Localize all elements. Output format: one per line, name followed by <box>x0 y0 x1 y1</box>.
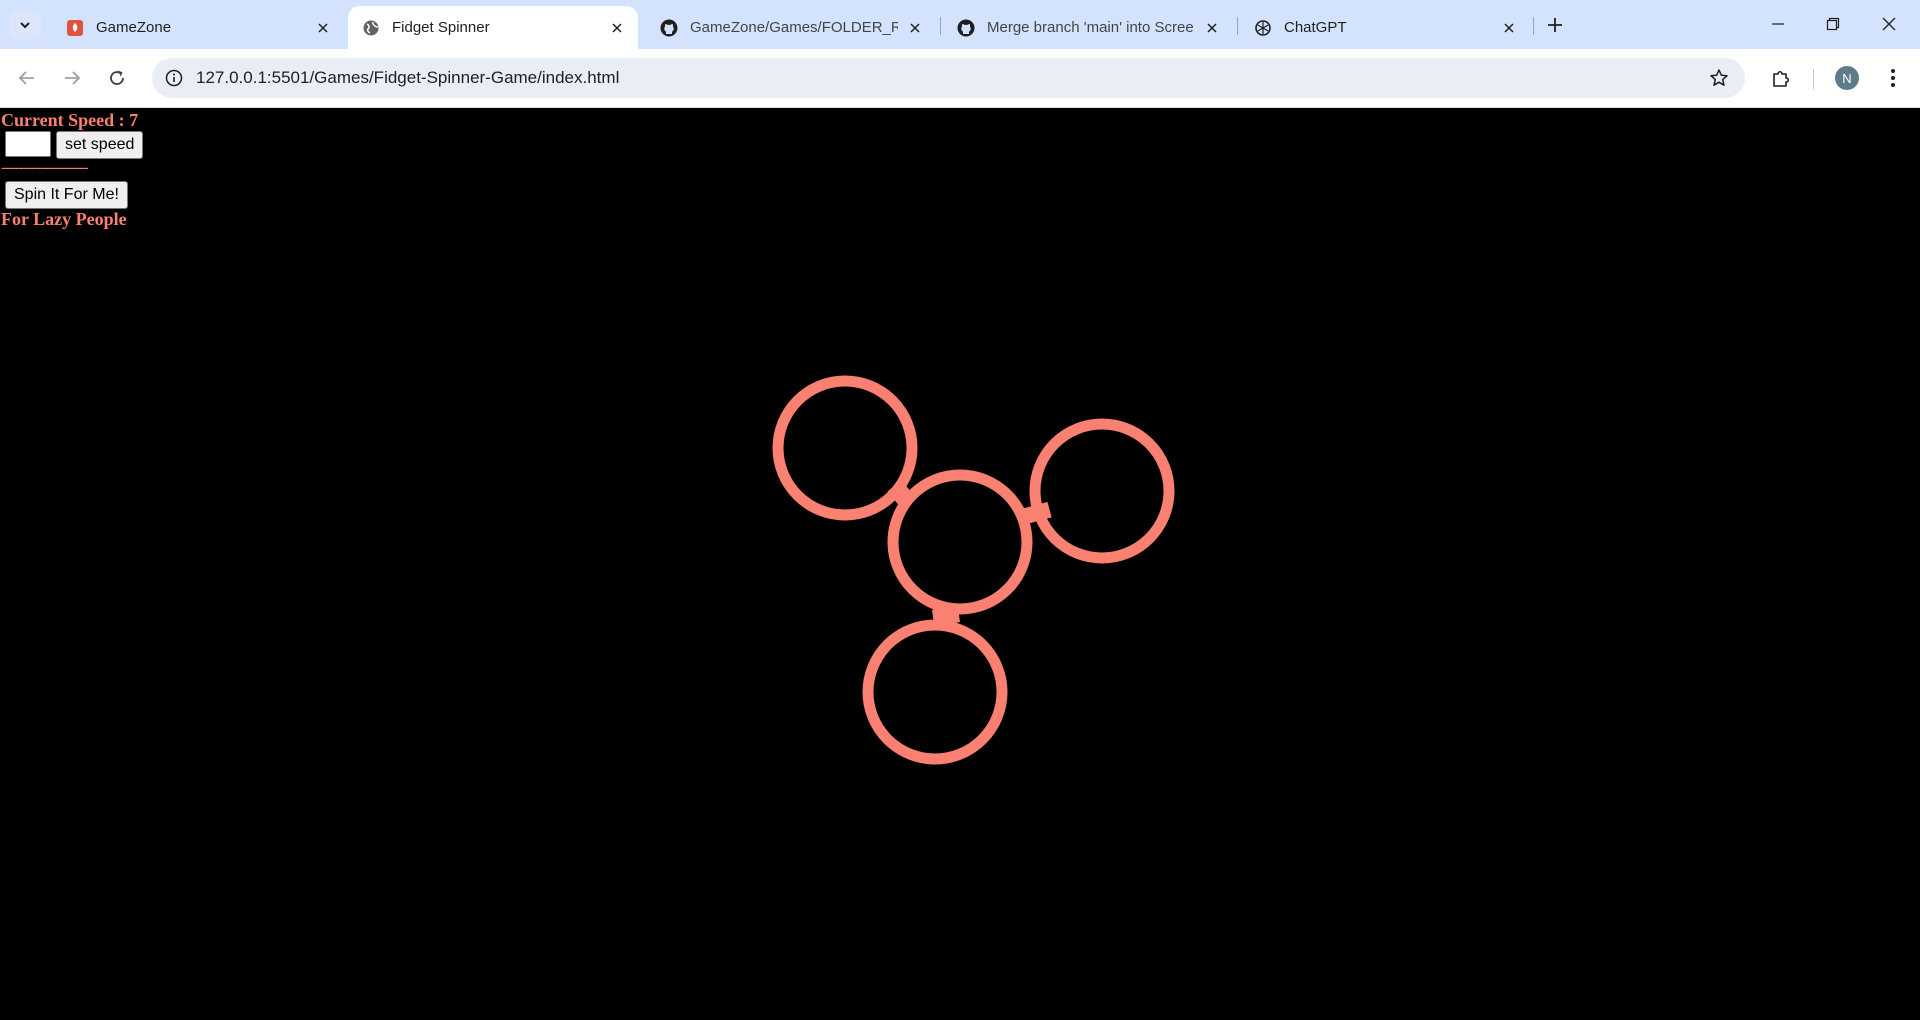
tab-title: Merge branch 'main' into Scree <box>987 19 1194 36</box>
tab-separator <box>1533 17 1534 35</box>
tab-title: GameZone/Games/FOLDER_RE <box>690 19 898 36</box>
close-icon[interactable] <box>312 17 334 39</box>
menu-button[interactable] <box>1876 61 1910 95</box>
browser-window: GameZone Fidget Spinner GameZone/Games/F… <box>0 0 1920 1020</box>
restore-button[interactable] <box>1810 8 1856 40</box>
minimize-icon <box>1772 23 1784 25</box>
tab-search-button[interactable] <box>9 11 41 39</box>
bookmark-star-icon[interactable] <box>1707 66 1731 90</box>
tab-title: GameZone <box>96 19 172 36</box>
url-text[interactable]: 127.0.0.1:5501/Games/Fidget-Spinner-Game… <box>196 68 619 88</box>
spinner-ring-bottom <box>862 619 1008 765</box>
arrow-right-icon <box>65 71 81 85</box>
forward-button[interactable] <box>55 61 89 95</box>
fidget-spinner[interactable] <box>0 109 1920 1020</box>
tab-title: ChatGPT <box>1284 19 1347 36</box>
tab-strip: GameZone Fidget Spinner GameZone/Games/F… <box>0 0 1920 49</box>
extensions-button[interactable] <box>1764 61 1798 95</box>
plus-icon <box>1548 18 1562 32</box>
tab-github-folder[interactable]: GameZone/Games/FOLDER_RE <box>646 6 936 49</box>
tab-github-merge[interactable]: Merge branch 'main' into Scree <box>943 6 1233 49</box>
browser-toolbar: 127.0.0.1:5501/Games/Fidget-Spinner-Game… <box>0 49 1920 108</box>
arrow-left-icon <box>18 71 34 85</box>
back-button[interactable] <box>10 61 44 95</box>
site-info-icon[interactable] <box>162 66 186 90</box>
close-icon[interactable] <box>904 17 926 39</box>
gamezone-favicon <box>66 19 84 37</box>
tab-separator <box>1237 17 1238 35</box>
kebab-menu-icon <box>1891 69 1895 87</box>
reload-button[interactable] <box>100 61 134 95</box>
tab-gamezone[interactable]: GameZone <box>52 6 344 49</box>
tab-chatgpt[interactable]: ChatGPT <box>1240 6 1530 49</box>
profile-button[interactable]: N <box>1830 61 1864 95</box>
close-icon[interactable] <box>1201 17 1223 39</box>
avatar: N <box>1835 66 1859 90</box>
chevron-down-icon <box>20 22 30 29</box>
spinner-center-ring <box>887 469 1033 615</box>
tab-title: Fidget Spinner <box>392 19 490 36</box>
github-icon <box>957 19 975 37</box>
tab-fidget-spinner[interactable]: Fidget Spinner <box>348 6 638 49</box>
new-tab-button[interactable] <box>1540 10 1570 40</box>
page-content: Current Speed : 7 set speed ------------… <box>0 109 1920 1020</box>
restore-icon <box>1826 17 1840 31</box>
globe-icon <box>362 19 380 37</box>
chatgpt-icon <box>1254 19 1272 37</box>
minimize-button[interactable] <box>1755 8 1801 40</box>
spinner-ring-right <box>1029 418 1175 564</box>
toolbar-divider <box>1813 69 1814 89</box>
github-icon <box>660 19 678 37</box>
tab-separator <box>940 17 941 35</box>
reload-icon <box>110 70 124 85</box>
close-icon <box>1882 17 1896 31</box>
close-window-button[interactable] <box>1866 8 1912 40</box>
close-icon[interactable] <box>1498 17 1520 39</box>
close-icon[interactable] <box>606 17 628 39</box>
address-bar[interactable]: 127.0.0.1:5501/Games/Fidget-Spinner-Game… <box>152 58 1745 98</box>
puzzle-icon <box>1773 70 1790 87</box>
